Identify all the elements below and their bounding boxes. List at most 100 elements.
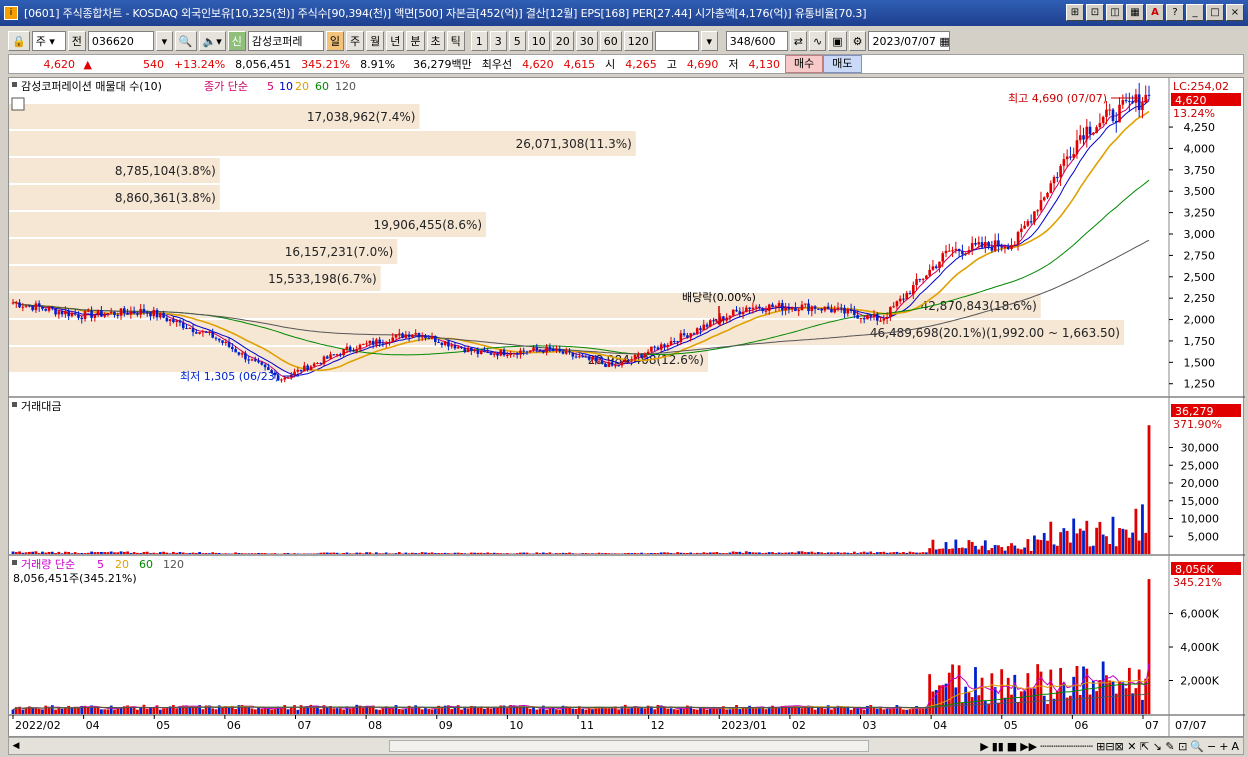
trend-icon[interactable]: ∿ — [808, 31, 827, 51]
volume-bar — [50, 705, 54, 714]
buy-button[interactable]: 매수 — [785, 55, 824, 73]
interval-20[interactable]: 20 — [551, 31, 574, 51]
volume-bar — [538, 708, 542, 714]
amount-bar — [253, 553, 257, 554]
volume-bar — [1131, 693, 1135, 714]
candle-body — [911, 285, 915, 295]
volume-bar — [708, 708, 712, 714]
help-button[interactable]: ? — [1166, 4, 1184, 21]
volume-bar — [211, 708, 215, 714]
scroll-thumb[interactable] — [389, 740, 869, 752]
code-input[interactable]: 036620 — [87, 31, 154, 51]
volume-bar — [1088, 694, 1092, 714]
amount-bar — [784, 552, 788, 554]
prev-button[interactable]: 전 — [67, 31, 86, 51]
drawing-tools-icon[interactable]: ⊞⊟⊠ ✕ ⇱ ↘ ✎ ⊡ — [1096, 740, 1187, 753]
amount-bar — [14, 552, 18, 554]
period-tick[interactable]: 틱 — [446, 31, 465, 51]
amount-bar — [581, 553, 585, 554]
save-icon[interactable]: ▣ — [828, 31, 847, 51]
amount-bar — [237, 553, 241, 554]
volume-bar — [528, 708, 532, 714]
period-minute[interactable]: 분 — [406, 31, 425, 51]
scroll-left-icon[interactable]: ◀ — [9, 738, 23, 754]
volume-bar — [879, 707, 882, 714]
interval-3[interactable]: 3 — [489, 31, 507, 51]
interval-1[interactable]: 1 — [470, 31, 488, 51]
arrows-icon[interactable]: ⇄ — [789, 31, 807, 51]
period-second[interactable]: 초 — [426, 31, 445, 51]
search-icon[interactable]: 🔍 — [174, 31, 197, 51]
gear-icon[interactable]: ⚙ — [848, 31, 867, 51]
volume-tick-label: 6,000K — [1180, 608, 1219, 621]
pause-icon[interactable]: ▮▮ — [992, 740, 1004, 753]
custom-interval-input[interactable] — [654, 31, 699, 51]
fast-forward-icon[interactable]: ▶▶ — [1020, 740, 1037, 753]
amount-bar — [895, 551, 899, 554]
stock-chart-svg[interactable]: 17,038,962(7.4%) 26,071,308(11.3%) 8,785,1… — [9, 78, 1245, 738]
zoom-in-icon[interactable]: + — [1219, 740, 1228, 753]
candle-body — [1069, 156, 1072, 158]
zoom-out-icon[interactable]: − — [1207, 740, 1216, 753]
candle-body — [60, 311, 64, 315]
candle-body — [1016, 232, 1020, 245]
volume-bar — [283, 705, 287, 714]
amount-bar — [93, 552, 97, 554]
period-year[interactable]: 년 — [386, 31, 405, 51]
candle-body — [299, 369, 303, 372]
candle-body — [810, 306, 814, 312]
amount-bar — [731, 551, 735, 554]
stop-icon[interactable]: ■ — [1007, 740, 1017, 753]
range-slider[interactable]: ┄┄┄┄┄┄┄┄ — [1040, 740, 1093, 753]
play-icon[interactable]: ▶ — [980, 740, 988, 753]
window-icon[interactable]: ◫ — [1106, 4, 1124, 21]
volume-bar — [951, 664, 954, 714]
volume-bar — [630, 707, 634, 714]
link-icon[interactable]: ⊞ — [1066, 4, 1084, 21]
x-right-label: 07/07 — [1175, 719, 1207, 732]
amount-bar — [1072, 518, 1076, 554]
candle-body — [214, 337, 218, 339]
period-day[interactable]: 일 — [325, 31, 344, 51]
type-select[interactable]: 주 ▾ — [31, 31, 66, 51]
chart-scrollbar[interactable]: ◀ ▶ ▮▮ ■ ▶▶ ┄┄┄┄┄┄┄┄ ⊞⊟⊠ ✕ ⇱ ↘ ✎ ⊡ 🔍 − +… — [8, 737, 1244, 755]
amount-bar — [479, 552, 483, 554]
interval-10[interactable]: 10 — [527, 31, 550, 51]
interval-120[interactable]: 120 — [623, 31, 653, 51]
grid-icon[interactable]: ▦ — [1126, 4, 1144, 21]
amount-value: 36,279백만 — [413, 58, 472, 71]
legend-marker — [12, 82, 17, 87]
font-icon[interactable]: A — [1146, 4, 1164, 21]
amount-bar — [771, 552, 774, 554]
period-month[interactable]: 월 — [366, 31, 385, 51]
candle-body — [587, 356, 591, 360]
candle-body — [673, 341, 676, 343]
amount-bar — [378, 553, 382, 554]
period-week[interactable]: 주 — [346, 31, 365, 51]
count-field[interactable]: 348/600 — [725, 31, 788, 51]
interval-dropdown-icon[interactable]: ▾ — [700, 31, 718, 51]
close-button[interactable]: × — [1226, 4, 1244, 21]
minimize-button[interactable]: _ — [1186, 4, 1204, 21]
candle-body — [1128, 101, 1131, 103]
candle-body — [908, 293, 912, 295]
date-input[interactable]: 2023/07/07 ▦ — [868, 31, 951, 51]
maximize-button[interactable]: □ — [1206, 4, 1224, 21]
chart-area[interactable]: 17,038,962(7.4%) 26,071,308(11.3%) 8,785,1… — [8, 77, 1245, 738]
interval-5[interactable]: 5 — [508, 31, 526, 51]
candle-body — [525, 351, 529, 353]
tile-icon[interactable]: ⊡ — [1086, 4, 1104, 21]
volume-bar — [175, 708, 179, 714]
candle-body — [528, 350, 532, 352]
speaker-icon[interactable]: 🔈▾ — [198, 31, 226, 51]
interval-30[interactable]: 30 — [575, 31, 598, 51]
candle-body — [1085, 126, 1089, 140]
interval-60[interactable]: 60 — [599, 31, 622, 51]
volume-bar — [149, 707, 152, 714]
amount-bar — [656, 553, 660, 554]
zoom-icon[interactable]: 🔍 — [1190, 740, 1204, 753]
sell-button[interactable]: 매도 — [823, 55, 862, 73]
code-dropdown-icon[interactable]: ▾ — [155, 31, 173, 51]
lock-icon[interactable]: 🔒 — [8, 31, 30, 51]
font-size-icon[interactable]: A — [1231, 740, 1239, 753]
